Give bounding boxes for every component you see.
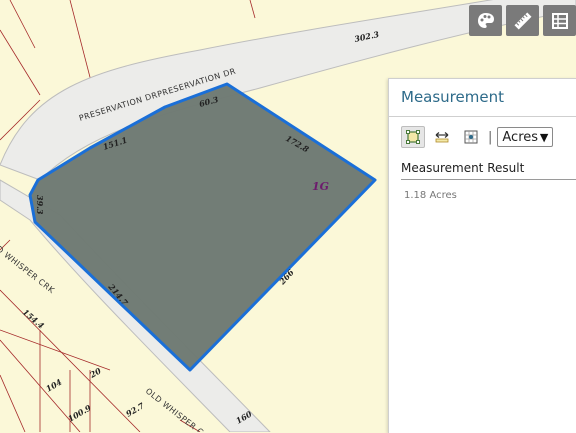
ruler-icon xyxy=(514,12,531,29)
unit-select-value: Acres xyxy=(502,129,539,145)
grid-icon xyxy=(551,12,568,29)
measure-button[interactable] xyxy=(506,5,539,36)
measurement-panel: Measurement | Acres ▼ Measurement Result… xyxy=(388,78,576,433)
measurement-tools: | Acres ▼ xyxy=(401,126,554,148)
unit-select[interactable]: Acres ▼ xyxy=(497,127,554,147)
palette-icon xyxy=(477,12,494,28)
location-tool-button[interactable] xyxy=(459,126,483,148)
dimension-label: 154.4 xyxy=(21,307,47,331)
result-value: 1.18 Acres xyxy=(404,190,457,201)
panel-title: Measurement xyxy=(401,88,504,106)
result-label: Measurement Result xyxy=(401,161,525,175)
chevron-down-icon: ▼ xyxy=(539,130,549,144)
tool-separator: | xyxy=(488,129,493,145)
location-measure-icon xyxy=(464,130,478,144)
distance-tool-button[interactable] xyxy=(430,126,454,148)
dimension-label: 92.7 xyxy=(124,400,146,419)
lot-label: 1G xyxy=(312,180,329,193)
street-label-whisper-left: D WHISPER CRK xyxy=(0,244,56,295)
palette-button[interactable] xyxy=(469,5,502,36)
result-divider xyxy=(401,179,576,180)
dimension-label: 39.3 xyxy=(35,195,45,215)
grid-button[interactable] xyxy=(543,5,576,36)
area-tool-button[interactable] xyxy=(401,126,425,148)
map-toolbar xyxy=(469,5,576,36)
dimension-label: 104 xyxy=(44,377,64,394)
divider xyxy=(389,116,576,117)
area-measure-icon xyxy=(406,130,420,144)
distance-measure-icon xyxy=(435,132,449,143)
dimension-label: 20 xyxy=(87,365,103,380)
